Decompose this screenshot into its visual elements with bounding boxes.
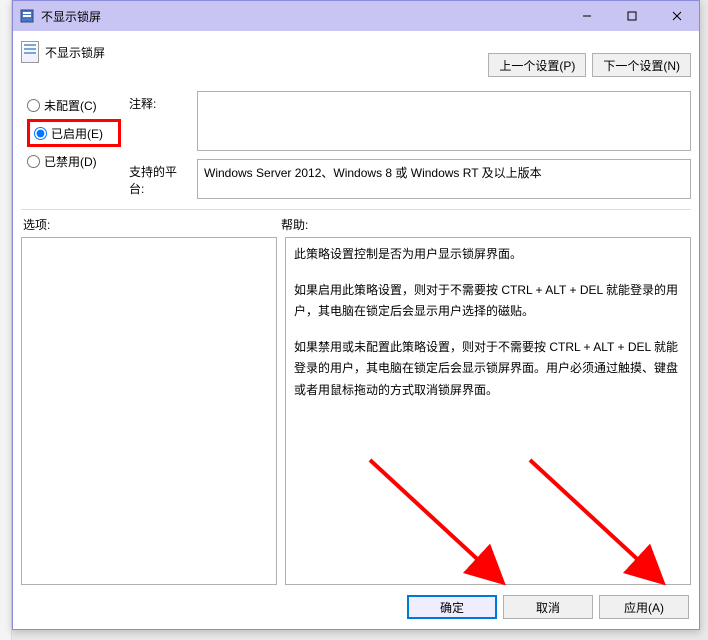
comment-textbox[interactable]: [197, 91, 691, 151]
prev-setting-button[interactable]: 上一个设置(P): [488, 53, 586, 77]
app-icon: [19, 8, 35, 24]
window-controls: [564, 1, 699, 31]
apply-button[interactable]: 应用(A): [599, 595, 689, 619]
options-pane[interactable]: [21, 237, 277, 585]
next-setting-button[interactable]: 下一个设置(N): [592, 53, 691, 77]
help-paragraph-2: 如果启用此策略设置，则对于不需要按 CTRL + ALT + DEL 就能登录的…: [294, 280, 682, 323]
comment-label: 注释:: [129, 91, 189, 151]
footer: 确定 取消 应用(A): [21, 585, 691, 621]
help-pane[interactable]: 此策略设置控制是否为用户显示锁屏界面。 如果启用此策略设置，则对于不需要按 CT…: [285, 237, 691, 585]
radio-not-configured[interactable]: 未配置(C): [27, 91, 121, 119]
ok-button[interactable]: 确定: [407, 595, 497, 619]
window-title: 不显示锁屏: [41, 8, 564, 25]
policy-title: 不显示锁屏: [45, 44, 105, 61]
radio-not-configured-label: 未配置(C): [44, 97, 97, 114]
titlebar[interactable]: 不显示锁屏: [13, 1, 699, 31]
dialog-window: 不显示锁屏 不显示锁屏 上一个设置(P) 下一个设置(N): [12, 0, 700, 630]
radio-disabled-label: 已禁用(D): [44, 153, 97, 170]
radio-disabled-input[interactable]: [27, 155, 40, 168]
close-button[interactable]: [654, 1, 699, 31]
supported-textbox: Windows Server 2012、Windows 8 或 Windows …: [197, 159, 691, 199]
radio-disabled[interactable]: 已禁用(D): [27, 147, 121, 175]
radio-not-configured-input[interactable]: [27, 99, 40, 112]
options-section-label: 选项:: [21, 216, 281, 233]
policy-icon: [21, 41, 39, 63]
highlight-annotation: 已启用(E): [27, 119, 121, 147]
minimize-button[interactable]: [564, 1, 609, 31]
cancel-button[interactable]: 取消: [503, 595, 593, 619]
help-paragraph-1: 此策略设置控制是否为用户显示锁屏界面。: [294, 244, 682, 266]
radio-enabled-label: 已启用(E): [51, 125, 103, 142]
header-row: 不显示锁屏 上一个设置(P) 下一个设置(N): [21, 35, 691, 81]
supported-label: 支持的平台:: [129, 159, 189, 199]
help-section-label: 帮助:: [281, 216, 691, 233]
help-paragraph-3: 如果禁用或未配置此策略设置，则对于不需要按 CTRL + ALT + DEL 就…: [294, 337, 682, 402]
radio-enabled[interactable]: 已启用(E): [34, 125, 103, 142]
background-edge: [0, 0, 12, 640]
divider: [21, 209, 691, 210]
radio-enabled-input[interactable]: [34, 127, 47, 140]
radio-group: 未配置(C) 已启用(E) 已禁用(D): [21, 91, 121, 199]
maximize-button[interactable]: [609, 1, 654, 31]
